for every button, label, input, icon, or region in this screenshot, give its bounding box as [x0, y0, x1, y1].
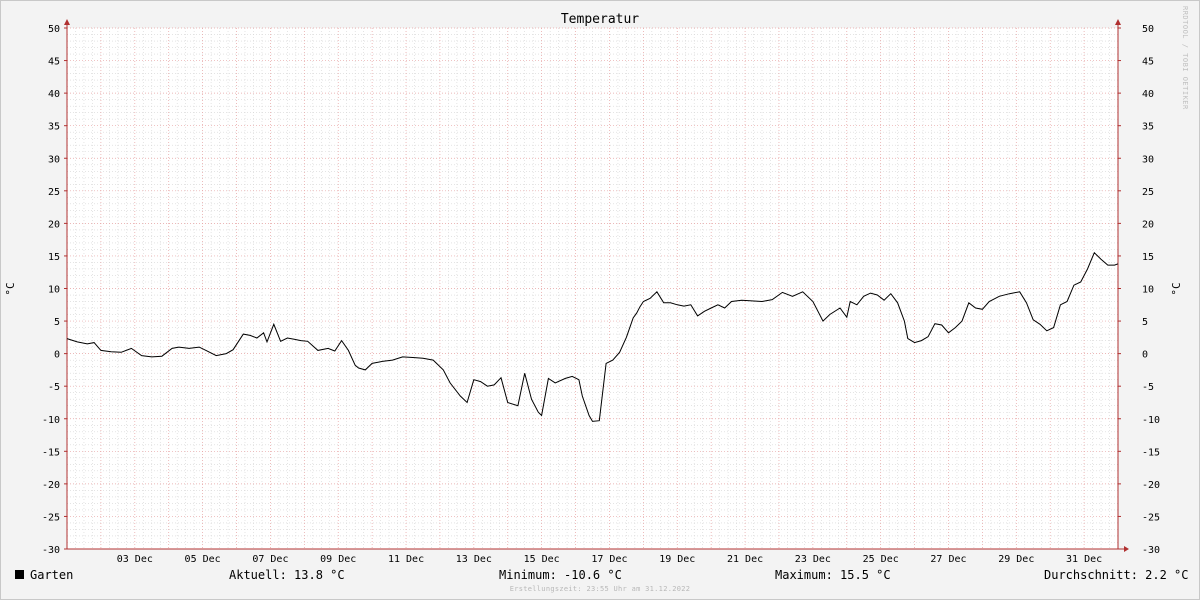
y-tick-label-right: 30: [1142, 154, 1154, 165]
y-tick-label-left: 30: [48, 154, 60, 165]
x-tick-label: 17 Dec: [591, 554, 627, 565]
y-axis-label-right: °C: [1170, 282, 1183, 295]
y-tick-label-left: 35: [48, 122, 60, 133]
x-tick-label: 15 Dec: [524, 554, 560, 565]
y-tick-label-left: -30: [42, 545, 60, 556]
y-tick-label-left: -5: [48, 382, 60, 393]
y-tick-label-right: 15: [1142, 252, 1154, 263]
y-tick-label-left: 10: [48, 285, 60, 296]
y-tick-label-right: -30: [1142, 545, 1160, 556]
y-tick-label-left: -10: [42, 415, 60, 426]
temperature-chart: 50 5045 4540 4035 3530 3025 2520 2015 1510 105 50 0…: [4, 12, 1183, 565]
y-tick-label-right: 20: [1142, 219, 1154, 230]
x-tick-label: 29 Dec: [998, 554, 1034, 565]
legend-average: Durchschnitt: 2.2 °C: [1044, 568, 1189, 582]
legend-series-name: Garten: [30, 568, 74, 582]
y-tick-label-right: 0: [1142, 350, 1148, 361]
x-tick-label: 19 Dec: [659, 554, 695, 565]
y-tick-label-left: 20: [48, 219, 60, 230]
x-tick-label: 11 Dec: [388, 554, 424, 565]
x-tick-label: 27 Dec: [930, 554, 966, 565]
legend-swatch: [15, 570, 24, 579]
y-tick-label-right: 10: [1142, 285, 1154, 296]
x-tick-label: 13 Dec: [456, 554, 492, 565]
y-tick-label-right: 35: [1142, 122, 1154, 133]
y-tick-label-right: -5: [1142, 382, 1154, 393]
y-tick-label-right: -20: [1142, 480, 1160, 491]
y-tick-label-left: -25: [42, 512, 60, 523]
y-tick-label-right: 40: [1142, 89, 1154, 100]
y-tick-label-right: 50: [1142, 24, 1154, 35]
y-tick-label-left: 5: [54, 317, 60, 328]
legend-current: Aktuell: 13.8 °C: [229, 568, 345, 582]
x-tick-label: 25 Dec: [863, 554, 899, 565]
x-axis-arrow: [1124, 546, 1129, 552]
y-tick-label-right: 45: [1142, 57, 1154, 68]
x-tick-label: 07 Dec: [252, 554, 288, 565]
y-tick-label-left: 25: [48, 187, 60, 198]
y-tick-label-left: 45: [48, 57, 60, 68]
y-tick-label-left: -20: [42, 480, 60, 491]
watermark: RRDTOOL / TOBI OETIKER: [1181, 6, 1189, 110]
y-tick-label-left: 0: [54, 350, 60, 361]
legend-minimum: Minimum: -10.6 °C: [499, 568, 622, 582]
footer-note: Erstellungszeit: 23:55 Uhr am 31.12.2022: [509, 585, 691, 593]
y-tick-label-right: -25: [1142, 512, 1160, 523]
x-tick-label: 31 Dec: [1066, 554, 1102, 565]
x-tick-label: 09 Dec: [320, 554, 356, 565]
x-tick-label: 05 Dec: [185, 554, 221, 565]
legend-maximum: Maximum: 15.5 °C: [775, 568, 891, 582]
y-tick-label-right: -15: [1142, 447, 1160, 458]
y-tick-label-right: 25: [1142, 187, 1154, 198]
y-tick-label-right: -10: [1142, 415, 1160, 426]
y-tick-label-left: 15: [48, 252, 60, 263]
y-tick-label-left: -15: [42, 447, 60, 458]
y-tick-label-left: 50: [48, 24, 60, 35]
y-axis-arrow-left: [64, 19, 70, 25]
y-tick-label-left: 40: [48, 89, 60, 100]
y-axis-arrow-right: [1115, 19, 1121, 25]
y-tick-label-right: 5: [1142, 317, 1148, 328]
chart-title: Temperatur: [561, 12, 639, 27]
x-tick-label: 23 Dec: [795, 554, 831, 565]
x-tick-label: 03 Dec: [117, 554, 153, 565]
x-tick-label: 21 Dec: [727, 554, 763, 565]
y-axis-label-left: °C: [4, 282, 17, 295]
